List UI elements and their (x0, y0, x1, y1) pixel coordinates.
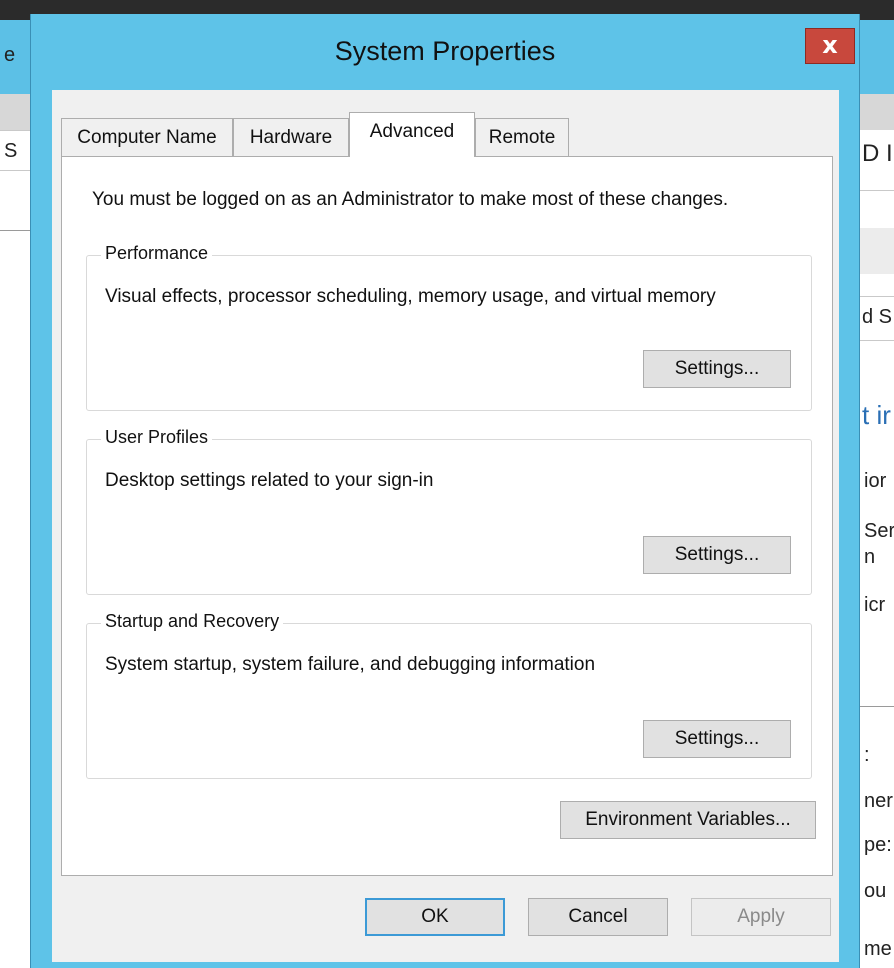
ok-button[interactable]: OK (365, 898, 505, 936)
background-text-fragment: icr (864, 594, 886, 616)
close-button[interactable]: x (805, 28, 855, 64)
startup-recovery-group-title: Startup and Recovery (101, 611, 284, 632)
background-text-fragment: ou (864, 880, 887, 902)
background-text-fragment: pe: (864, 834, 892, 856)
background-window-titlebar-right (860, 20, 894, 94)
performance-settings-button[interactable]: Settings... (643, 350, 791, 388)
admin-notice: You must be logged on as an Administrato… (92, 189, 729, 210)
performance-group-title: Performance (101, 243, 213, 264)
background-text-fragment: D I (862, 140, 893, 167)
background-divider (0, 230, 30, 231)
background-text-fragment: me (864, 938, 892, 960)
background-divider (860, 340, 894, 341)
background-text-fragment: ior (864, 470, 887, 492)
background-text-fragment: d S (862, 306, 893, 328)
background-window-toolbar-left (0, 94, 30, 130)
system-properties-dialog: System Properties x Computer Name Hardwa… (30, 14, 860, 968)
user-profiles-group: User Profiles Desktop settings related t… (86, 427, 812, 595)
tab-advanced[interactable]: Advanced (349, 112, 475, 157)
background-window-band-right (860, 228, 894, 274)
tab-hardware[interactable]: Hardware (233, 118, 349, 156)
background-divider (860, 296, 894, 297)
dialog-client-area: Computer Name Hardware Advanced Remote Y… (52, 90, 839, 962)
background-text-fragment: S (4, 140, 18, 162)
background-text-fragment: Ser (864, 520, 894, 542)
advanced-tab-panel: You must be logged on as an Administrato… (61, 156, 833, 876)
startup-recovery-settings-button[interactable]: Settings... (643, 720, 791, 758)
user-profiles-description: Desktop settings related to your sign-in (105, 470, 434, 491)
apply-button[interactable]: Apply (691, 898, 831, 936)
background-text-fragment: : (864, 744, 870, 766)
close-icon: x (822, 31, 838, 59)
dialog-title: System Properties (334, 36, 556, 66)
dialog-titlebar[interactable]: System Properties x (31, 14, 859, 90)
background-text-fragment: e (4, 44, 16, 66)
startup-recovery-description: System startup, system failure, and debu… (105, 654, 596, 675)
background-divider (860, 706, 894, 707)
background-text-fragment: n (864, 546, 876, 568)
cancel-button[interactable]: Cancel (528, 898, 668, 936)
background-text-fragment: ner (864, 790, 893, 812)
startup-recovery-group: Startup and Recovery System startup, sys… (86, 611, 812, 779)
background-text-fragment: t ir (862, 400, 891, 430)
user-profiles-settings-button[interactable]: Settings... (643, 536, 791, 574)
background-divider (0, 170, 30, 171)
background-window-toolbar-right (860, 94, 894, 130)
background-divider (860, 190, 894, 191)
environment-variables-button[interactable]: Environment Variables... (560, 801, 816, 839)
user-profiles-group-title: User Profiles (101, 427, 213, 448)
performance-description: Visual effects, processor scheduling, me… (105, 286, 716, 307)
background-divider (0, 130, 30, 131)
tab-remote[interactable]: Remote (475, 118, 569, 156)
tab-computer-name[interactable]: Computer Name (61, 118, 233, 156)
performance-group: Performance Visual effects, processor sc… (86, 243, 812, 411)
